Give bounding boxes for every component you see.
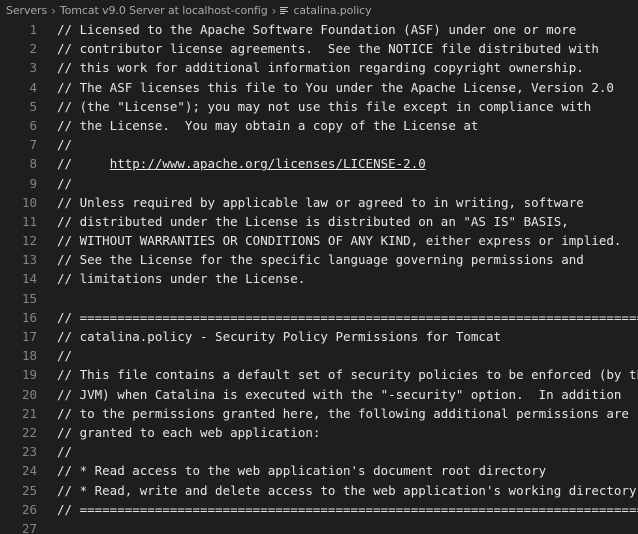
- line-number: 15: [21, 290, 37, 306]
- line-number: 4: [29, 79, 37, 95]
- code-line[interactable]: 24 // * Read access to the web applicatio…: [0, 461, 638, 480]
- line-number: 26: [21, 501, 37, 517]
- line-text[interactable]: // contributor license agreements. See t…: [57, 39, 638, 58]
- code-editor[interactable]: Servers › Tomcat v9.0 Server at localhos…: [0, 0, 638, 534]
- line-text[interactable]: // the License. You may obtain a copy of…: [57, 116, 638, 135]
- code-line[interactable]: 7 //: [0, 135, 638, 154]
- line-number: 2: [29, 41, 37, 57]
- line-number: 18: [21, 348, 37, 364]
- breadcrumb-item-file[interactable]: catalina.policy: [293, 4, 371, 17]
- code-line[interactable]: 17 // catalina.policy - Security Policy P…: [0, 327, 638, 346]
- line-text[interactable]: // This file contains a default set of s…: [57, 365, 638, 384]
- breadcrumb: Servers › Tomcat v9.0 Server at localhos…: [0, 0, 638, 21]
- line-number: 13: [21, 252, 37, 268]
- line-number: 17: [21, 329, 37, 344]
- line-number: 20: [21, 386, 37, 402]
- line-text[interactable]: //: [57, 346, 638, 365]
- line-text[interactable]: //: [57, 442, 638, 461]
- line-text[interactable]: //: [57, 135, 638, 154]
- line-number: 6: [29, 117, 37, 133]
- code-line[interactable]: 2 // contributor license agreements. See …: [0, 39, 638, 58]
- line-number: 27: [21, 520, 37, 534]
- line-text[interactable]: // http://www.apache.org/licenses/LICENS…: [57, 154, 638, 173]
- code-line[interactable]: 15: [0, 289, 638, 308]
- line-number: 3: [29, 60, 37, 76]
- comment-prefix: //: [57, 156, 110, 172]
- code-line[interactable]: 22 // granted to each web application:: [0, 423, 638, 442]
- line-text[interactable]: // granted to each web application:: [57, 423, 638, 442]
- line-number: 22: [21, 424, 37, 440]
- breadcrumb-item-server[interactable]: Tomcat v9.0 Server at localhost-config: [60, 4, 268, 17]
- line-number: 5: [29, 98, 37, 114]
- line-text[interactable]: // =====================================…: [57, 308, 638, 327]
- code-line[interactable]: 13 // See the License for the specific la…: [0, 250, 638, 269]
- line-text[interactable]: // See the License for the specific lang…: [57, 250, 638, 269]
- line-text[interactable]: // to the permissions granted here, the …: [57, 404, 638, 423]
- line-number: 16: [21, 309, 37, 325]
- code-line[interactable]: 12 // WITHOUT WARRANTIES OR CONDITIONS OF…: [0, 231, 638, 250]
- line-number: 24: [21, 463, 37, 479]
- code-line[interactable]: 11 // distributed under the License is di…: [0, 212, 638, 231]
- code-line[interactable]: 5 // (the "License"); you may not use thi…: [0, 97, 638, 116]
- line-number: 23: [21, 444, 37, 460]
- code-line[interactable]: 23 //: [0, 442, 638, 461]
- line-text[interactable]: // The ASF licenses this file to You und…: [57, 78, 638, 97]
- line-text[interactable]: // WITHOUT WARRANTIES OR CONDITIONS OF A…: [57, 231, 638, 250]
- code-line[interactable]: 21 // to the permissions granted here, th…: [0, 404, 638, 423]
- code-line[interactable]: 19 // This file contains a default set of…: [0, 365, 638, 384]
- code-line[interactable]: 1 // Licensed to the Apache Software Foun…: [0, 20, 638, 39]
- line-text[interactable]: // * Read access to the web application'…: [57, 461, 638, 480]
- code-line[interactable]: 27: [0, 519, 638, 534]
- line-text[interactable]: // catalina.policy - Security Policy Per…: [57, 327, 638, 346]
- line-text[interactable]: // limitations under the License.: [57, 269, 638, 288]
- line-text[interactable]: // this work for additional information …: [57, 58, 638, 77]
- code-line[interactable]: 18 //: [0, 346, 638, 365]
- line-number: 10: [21, 194, 37, 210]
- code-line[interactable]: 8 // http://www.apache.org/licenses/LICEN…: [0, 154, 638, 173]
- breadcrumb-item-servers[interactable]: Servers: [6, 4, 47, 17]
- line-number: 7: [29, 137, 37, 153]
- line-number: 8: [29, 156, 37, 172]
- line-number: 19: [21, 367, 37, 383]
- license-link[interactable]: http://www.apache.org/licenses/LICENSE-2…: [110, 156, 426, 171]
- line-number: 25: [21, 482, 37, 498]
- line-text[interactable]: [57, 289, 638, 308]
- line-text[interactable]: // JVM) when Catalina is executed with t…: [57, 385, 638, 404]
- code-line[interactable]: 25 // * Read, write and delete access to …: [0, 481, 638, 500]
- line-number: 11: [21, 213, 37, 229]
- file-lines-icon: [280, 6, 289, 15]
- code-line[interactable]: 14 // limitations under the License.: [0, 269, 638, 288]
- line-text[interactable]: // distributed under the License is dist…: [57, 212, 638, 231]
- line-text[interactable]: // * Read, write and delete access to th…: [57, 481, 638, 500]
- line-number: 21: [21, 405, 37, 421]
- code-line[interactable]: 26 // ===================================…: [0, 500, 638, 519]
- code-line[interactable]: 10 // Unless required by applicable law o…: [0, 193, 638, 212]
- code-line[interactable]: 4 // The ASF licenses this file to You un…: [0, 78, 638, 97]
- code-line[interactable]: 16 // ===================================…: [0, 308, 638, 327]
- line-text[interactable]: [57, 519, 638, 534]
- line-number: 12: [21, 233, 37, 249]
- chevron-right-icon: ›: [271, 3, 277, 18]
- line-text[interactable]: // Unless required by applicable law or …: [57, 193, 638, 212]
- code-line[interactable]: 9 //: [0, 174, 638, 193]
- code-line[interactable]: 6 // the License. You may obtain a copy o…: [0, 116, 638, 135]
- line-text[interactable]: // (the "License"); you may not use this…: [57, 97, 638, 116]
- line-text[interactable]: // Licensed to the Apache Software Found…: [57, 20, 638, 39]
- code-area[interactable]: 1 // Licensed to the Apache Software Foun…: [0, 20, 638, 534]
- chevron-right-icon: ›: [51, 3, 56, 18]
- code-line[interactable]: 20 // JVM) when Catalina is executed with…: [0, 385, 638, 404]
- line-number: 14: [21, 271, 37, 287]
- line-text[interactable]: // =====================================…: [57, 500, 638, 519]
- line-text[interactable]: //: [57, 174, 638, 193]
- line-number: 9: [29, 175, 37, 191]
- line-number: 1: [29, 22, 37, 37]
- code-line[interactable]: 3 // this work for additional information…: [0, 58, 638, 77]
